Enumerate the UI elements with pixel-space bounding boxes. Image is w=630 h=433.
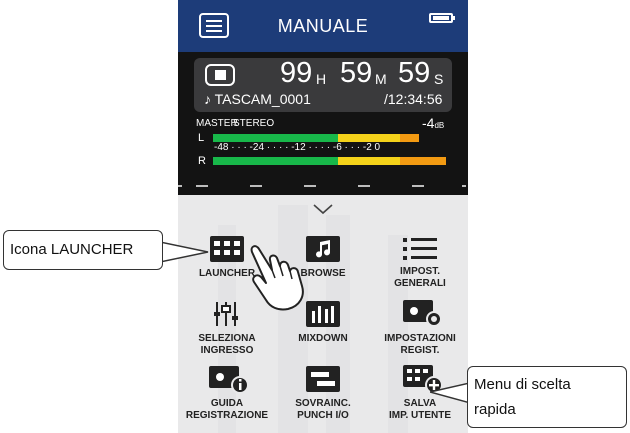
meter-segment: [400, 157, 446, 165]
meter-segment: [213, 134, 338, 142]
finger-pointer-icon: [250, 245, 304, 311]
remaining-time: /12:34:56: [384, 91, 443, 107]
callout-pointer-left: [160, 241, 209, 263]
battery-icon: [429, 13, 453, 23]
grid-icon: [210, 236, 244, 262]
scroll-indicator: [178, 182, 468, 188]
right-channel-label: R: [198, 155, 206, 167]
launcher-item-label: SELEZIONA INGRESSO: [198, 333, 256, 356]
page-title: MANUALE: [277, 16, 369, 36]
master-label: MASTER: [196, 118, 238, 129]
stop-icon[interactable]: [205, 64, 235, 86]
launcher-item-label: IMPOST. GENERALI: [394, 266, 446, 289]
level-readout: -4dB: [422, 115, 444, 131]
file-name: ♪ TASCAM_0001: [204, 91, 311, 107]
callout-text-line1: Menu di scelta: [474, 376, 571, 393]
launcher-item-label: MIXDOWN: [298, 333, 348, 344]
meter-scale: -48 · · · -24 · · · · -12 · · · · -6 · ·…: [214, 142, 381, 153]
meter-segment: [338, 157, 400, 165]
rec-guide-icon: [209, 366, 249, 394]
punch-io-icon: [306, 366, 340, 392]
callout-text-line2: rapida: [474, 401, 516, 418]
list-icon: [403, 238, 437, 260]
battery-tip: [453, 16, 455, 20]
callout-launcher-icon: Icona LAUNCHER: [3, 230, 163, 270]
callout-text: Icona LAUNCHER: [10, 241, 134, 258]
mode-label: STEREO: [233, 118, 275, 129]
meter-segment: [213, 157, 338, 165]
callout-shortcut-menu: Menu di scelta rapida: [467, 366, 627, 428]
hours-value: 99: [280, 57, 313, 89]
launcher-item-label: SOVRAINC. PUNCH I/O: [295, 398, 351, 421]
title-bar: MANUALE: [178, 0, 468, 52]
level-unit: dB: [434, 121, 445, 130]
meter-segment: [400, 134, 419, 142]
launcher-item-label: GUIDA REGISTRAZIONE: [185, 398, 269, 421]
chevron-down-icon[interactable]: [312, 203, 334, 215]
minutes-unit: M: [375, 71, 387, 87]
left-channel-label: L: [198, 132, 205, 144]
seconds-value: 59: [398, 57, 431, 89]
input-select-icon: [214, 302, 238, 326]
launcher-item-label: IMPOSTAZIONI REGIST.: [384, 333, 456, 356]
recorder-screen: MANUALE 99 H 59 M 59 S ♪ TASCAM_0001 /12…: [178, 0, 468, 433]
level-value: -4: [422, 115, 435, 131]
minutes-value: 59: [340, 57, 373, 89]
seconds-unit: S: [434, 71, 444, 87]
meter-segment: [338, 134, 400, 142]
rec-settings-icon: [403, 300, 442, 327]
hours-unit: H: [316, 71, 327, 87]
